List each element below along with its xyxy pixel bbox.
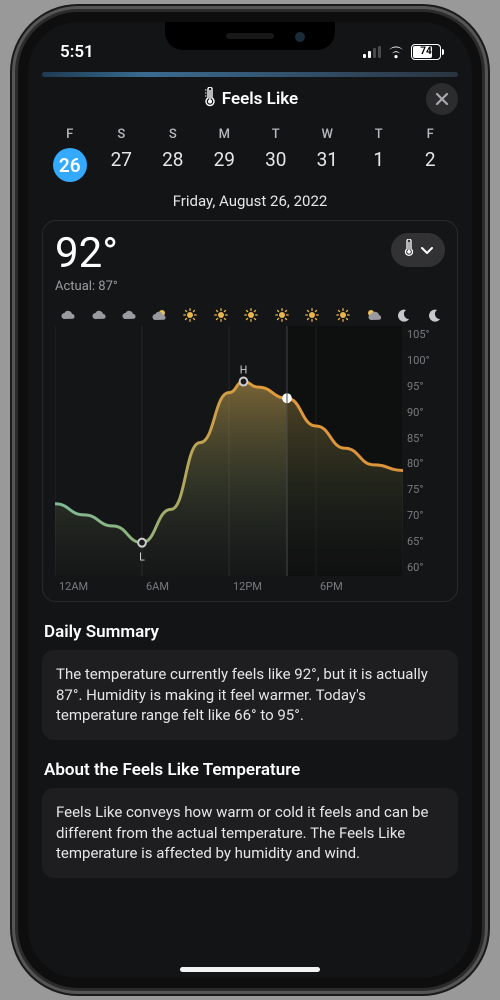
day-number: 31 xyxy=(302,148,354,171)
sun-icon xyxy=(212,308,230,322)
day-of-week: S xyxy=(147,127,199,142)
day-number: 26 xyxy=(53,148,87,182)
partly-sun-icon xyxy=(364,308,382,322)
day-of-week: S xyxy=(96,127,148,142)
y-tick: 80° xyxy=(407,457,423,470)
svg-text:H: H xyxy=(240,363,248,376)
day-picker-item[interactable]: S 28 xyxy=(147,127,199,182)
close-button[interactable] xyxy=(426,83,458,115)
day-number: 29 xyxy=(199,148,251,171)
metric-selector-button[interactable] xyxy=(391,233,445,267)
moon-icon xyxy=(395,308,413,322)
day-of-week: F xyxy=(44,127,96,142)
cloud-icon xyxy=(90,308,108,322)
feels-like-value: 92° xyxy=(55,233,118,275)
svg-text:L: L xyxy=(139,550,145,563)
day-of-week: F xyxy=(405,127,457,142)
day-picker-item[interactable]: S 27 xyxy=(96,127,148,182)
battery-percent: 74 xyxy=(412,46,440,58)
battery-indicator: 74 xyxy=(411,44,444,60)
sun-icon xyxy=(334,308,352,322)
chart-y-axis: 105° 100° 95° 90° 85° 80° 75° 70° 65° 60° xyxy=(403,326,445,576)
thermometer-icon xyxy=(202,87,216,112)
screen: 5:51 74 xyxy=(28,22,472,978)
day-picker-item[interactable]: T1 xyxy=(353,127,405,182)
partly-icon xyxy=(151,308,169,322)
y-tick: 70° xyxy=(407,509,423,522)
daily-summary-card: The temperature currently feels like 92°… xyxy=(42,650,458,740)
day-of-week: T xyxy=(250,127,302,142)
cloud-icon xyxy=(120,308,138,322)
hourly-conditions-row xyxy=(55,308,445,322)
day-of-week: M xyxy=(199,127,251,142)
screen-header: Feels Like xyxy=(28,77,472,121)
thermometer-icon xyxy=(403,239,415,261)
moon-icon xyxy=(425,308,443,322)
day-number: 30 xyxy=(250,148,302,171)
day-picker-item[interactable]: W 31 xyxy=(302,127,354,182)
x-tick: 12PM xyxy=(233,580,320,593)
sun-icon xyxy=(181,308,199,322)
y-tick: 65° xyxy=(407,535,423,548)
wifi-icon xyxy=(387,46,405,59)
day-number: 28 xyxy=(147,148,199,171)
daily-summary-title: Daily Summary xyxy=(44,622,456,642)
cloud-icon xyxy=(59,308,77,322)
y-tick: 100° xyxy=(407,354,430,367)
y-tick: 60° xyxy=(407,561,423,574)
phone-frame: 5:51 74 xyxy=(18,12,482,988)
day-picker-item[interactable]: F2 xyxy=(405,127,457,182)
y-tick: 75° xyxy=(407,483,423,496)
chart-panel: 92° Actual: 87° xyxy=(42,220,458,602)
x-tick: 12AM xyxy=(59,580,146,593)
y-tick: 90° xyxy=(407,406,423,419)
day-picker-item[interactable]: M 29 xyxy=(199,127,251,182)
about-card: Feels Like conveys how warm or cold it f… xyxy=(42,788,458,878)
notch xyxy=(165,22,335,50)
selected-date-full: Friday, August 26, 2022 xyxy=(28,192,472,210)
y-tick: 95° xyxy=(407,380,423,393)
day-number: 27 xyxy=(96,148,148,171)
actual-temp-label: Actual: 87° xyxy=(55,279,118,294)
status-time: 5:51 xyxy=(60,42,94,62)
about-title: About the Feels Like Temperature xyxy=(44,760,456,780)
day-number: 1 xyxy=(353,148,405,171)
chevron-down-icon xyxy=(421,241,433,259)
x-tick: 6PM xyxy=(320,580,407,593)
day-of-week: W xyxy=(302,127,354,142)
x-tick: 6AM xyxy=(146,580,233,593)
feels-like-chart[interactable]: LH xyxy=(55,326,403,576)
sun-icon xyxy=(273,308,291,322)
day-picker[interactable]: F26S27S28M29T30W31T1F2 xyxy=(28,121,472,182)
day-number: 2 xyxy=(405,148,457,171)
y-tick: 85° xyxy=(407,432,423,445)
day-of-week: T xyxy=(353,127,405,142)
day-picker-item[interactable]: F 26 xyxy=(44,127,96,182)
header-title: Feels Like xyxy=(222,89,298,109)
cellular-signal-icon xyxy=(363,46,381,58)
sun-icon xyxy=(303,308,321,322)
day-picker-item[interactable]: T 30 xyxy=(250,127,302,182)
y-tick: 105° xyxy=(407,328,430,341)
sun-icon xyxy=(242,308,260,322)
chart-x-axis: 12AM6AM12PM6PM xyxy=(55,576,445,593)
home-indicator[interactable] xyxy=(180,967,320,972)
